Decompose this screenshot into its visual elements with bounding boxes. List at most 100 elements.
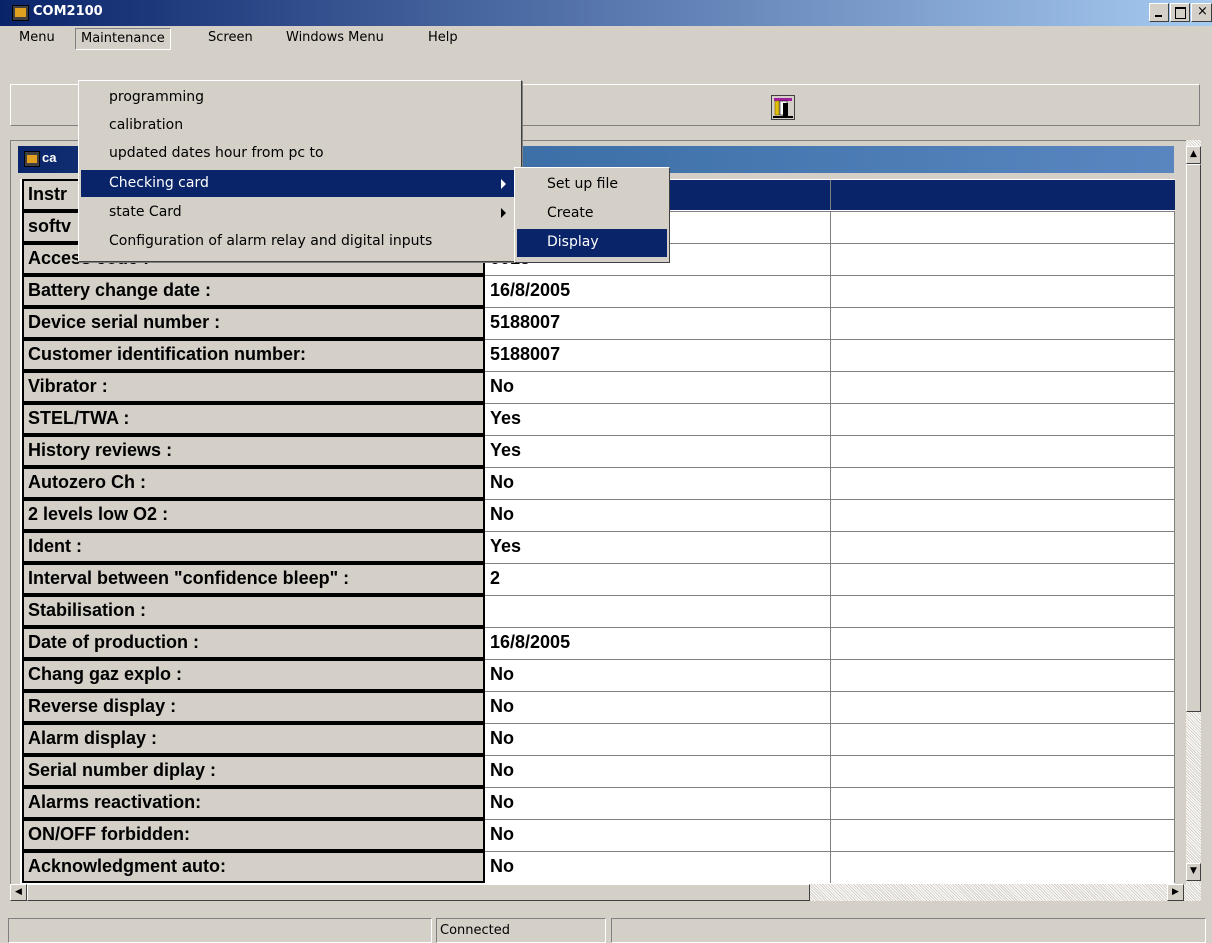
menu-windows[interactable]: Windows Menu (281, 28, 389, 50)
maintenance-menu-dropdown: programming calibration updated dates ho… (78, 80, 522, 262)
table-row[interactable]: Interval between "confidence bleep" :2 (20, 563, 1175, 595)
menu-item-state-card[interactable]: state Card (81, 199, 519, 226)
child-window-icon[interactable] (24, 151, 40, 167)
table-row[interactable]: Acknowledgment auto: No (20, 851, 1175, 883)
grid-header-extra-selected[interactable] (830, 180, 1175, 210)
empty-cell[interactable] (830, 211, 1175, 243)
property-label: ON/OFF forbidden: (22, 819, 485, 851)
menu-item-label: calibration (109, 117, 184, 133)
empty-cell[interactable] (830, 819, 1175, 851)
table-row[interactable]: Alarms reactivation: No (20, 787, 1175, 819)
table-row[interactable]: 2 levels low O2 : No (20, 499, 1175, 531)
menu-item-programming[interactable]: programming (81, 84, 519, 111)
empty-cell[interactable] (830, 243, 1175, 275)
table-row[interactable]: Vibrator : No (20, 371, 1175, 403)
empty-cell[interactable] (830, 435, 1175, 467)
vertical-scrollbar[interactable]: ▲ ▼ (1186, 140, 1201, 885)
menu-help[interactable]: Help (423, 28, 463, 50)
menu-item-checking-card[interactable]: Checking card (81, 170, 519, 197)
table-row[interactable]: Alarm display : No (20, 723, 1175, 755)
table-row[interactable]: Customer identification number: 5188007 (20, 339, 1175, 371)
empty-cell[interactable] (830, 371, 1175, 403)
property-value[interactable]: 16/8/2005 (485, 275, 831, 307)
table-row[interactable]: Reverse display : No (20, 691, 1175, 723)
property-value[interactable]: Yes (485, 403, 831, 435)
table-row[interactable]: Autozero Ch : No (20, 467, 1175, 499)
property-value[interactable]: No (485, 723, 831, 755)
property-value[interactable]: Yes (485, 435, 831, 467)
menu-item-alarm-relay-config[interactable]: Configuration of alarm relay and digital… (81, 228, 519, 255)
menu-item-calibration[interactable]: calibration (81, 112, 519, 139)
table-row[interactable]: STEL/TWA : Yes (20, 403, 1175, 435)
menu-maintenance[interactable]: Maintenance (75, 28, 171, 50)
app-icon[interactable] (12, 5, 29, 21)
empty-cell[interactable] (830, 307, 1175, 339)
table-row[interactable]: Serial number diplay : No (20, 755, 1175, 787)
table-row[interactable]: History reviews : Yes (20, 435, 1175, 467)
table-row[interactable]: Chang gaz explo : No (20, 659, 1175, 691)
empty-cell[interactable] (830, 595, 1175, 627)
property-value[interactable]: No (485, 691, 831, 723)
minimize-button[interactable] (1149, 3, 1169, 22)
scroll-up-arrow-icon[interactable]: ▲ (1186, 146, 1201, 164)
submenu-item-setup-file[interactable]: Set up file (517, 171, 667, 199)
menu-menu[interactable]: Menu (14, 28, 60, 50)
empty-cell[interactable] (830, 627, 1175, 659)
property-value[interactable]: No (485, 819, 831, 851)
empty-cell[interactable] (830, 467, 1175, 499)
property-value[interactable]: Yes (485, 531, 831, 563)
table-row[interactable]: Ident : Yes (20, 531, 1175, 563)
empty-cell[interactable] (830, 851, 1175, 883)
status-panel-left (8, 918, 432, 943)
empty-cell[interactable] (830, 723, 1175, 755)
property-label: Device serial number : (22, 307, 485, 339)
empty-cell[interactable] (830, 499, 1175, 531)
property-value[interactable]: No (485, 851, 831, 883)
empty-cell[interactable] (830, 339, 1175, 371)
submenu-arrow-icon (501, 208, 506, 218)
property-label: Battery change date : (22, 275, 485, 307)
property-value[interactable] (485, 595, 831, 627)
close-button[interactable]: × (1191, 3, 1212, 22)
table-row[interactable]: Date of production :16/8/2005 (20, 627, 1175, 659)
property-value[interactable]: No (485, 755, 831, 787)
table-row[interactable]: Stabilisation : (20, 595, 1175, 627)
empty-cell[interactable] (830, 659, 1175, 691)
empty-cell[interactable] (830, 531, 1175, 563)
window-titlebar[interactable]: COM2100 × (0, 0, 1212, 26)
horizontal-scrollbar[interactable]: ◀ ▶ (10, 884, 1201, 901)
menu-screen[interactable]: Screen (203, 28, 258, 50)
status-bar: Connected (0, 912, 1212, 943)
scroll-left-arrow-icon[interactable]: ◀ (10, 884, 27, 901)
property-value[interactable]: No (485, 659, 831, 691)
door-exit-icon[interactable] (771, 95, 795, 120)
table-row[interactable]: Battery change date :16/8/2005 (20, 275, 1175, 307)
property-grid[interactable]: Instr softvAccess code :0018Battery chan… (20, 179, 1175, 884)
property-value[interactable]: No (485, 371, 831, 403)
submenu-item-create[interactable]: Create (517, 200, 667, 228)
scroll-right-arrow-icon[interactable]: ▶ (1167, 884, 1184, 901)
empty-cell[interactable] (830, 563, 1175, 595)
table-row[interactable]: Device serial number :5188007 (20, 307, 1175, 339)
horizontal-scroll-thumb[interactable] (27, 884, 810, 901)
vertical-scroll-thumb[interactable] (1186, 164, 1201, 712)
property-value[interactable]: 16/8/2005 (485, 627, 831, 659)
table-row[interactable]: ON/OFF forbidden: No (20, 819, 1175, 851)
property-value[interactable]: 5188007 (485, 339, 831, 371)
property-value[interactable]: No (485, 787, 831, 819)
maximize-button[interactable] (1170, 3, 1190, 22)
property-label: Serial number diplay : (22, 755, 485, 787)
empty-cell[interactable] (830, 403, 1175, 435)
property-value[interactable]: 2 (485, 563, 831, 595)
submenu-item-display[interactable]: Display (517, 229, 667, 257)
property-value[interactable]: 5188007 (485, 307, 831, 339)
property-value[interactable]: No (485, 467, 831, 499)
menu-item-update-datetime[interactable]: updated dates hour from pc to (81, 140, 519, 167)
empty-cell[interactable] (830, 275, 1175, 307)
scroll-down-arrow-icon[interactable]: ▼ (1186, 863, 1201, 881)
property-value[interactable]: No (485, 499, 831, 531)
empty-cell[interactable] (830, 787, 1175, 819)
empty-cell[interactable] (830, 755, 1175, 787)
property-label: Stabilisation : (22, 595, 485, 627)
empty-cell[interactable] (830, 691, 1175, 723)
